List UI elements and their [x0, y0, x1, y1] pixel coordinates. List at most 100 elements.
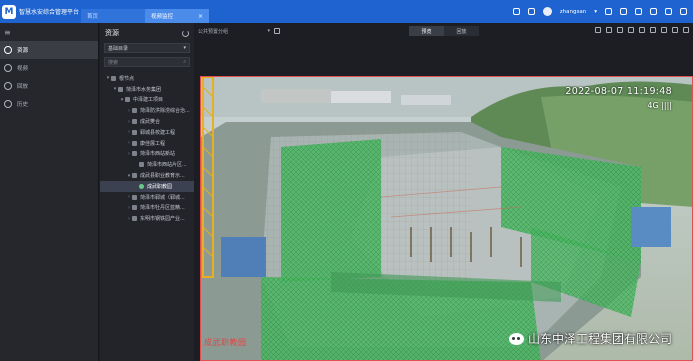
user-name[interactable]: zhangsan	[560, 9, 586, 15]
tree-item[interactable]: ▾ 菏泽市水务集团	[100, 84, 194, 95]
signal-indicator: 4G ||||	[647, 101, 672, 110]
video-surveillance-app: M 智慧水安综合管理平台 首页 视频监控 × zhangsan ▾ ≡ 资源 视…	[0, 0, 693, 361]
view-tools	[595, 27, 689, 33]
maximize-icon[interactable]	[665, 8, 672, 15]
tree-item[interactable]: › 菏泽市西站新站	[100, 149, 194, 160]
user-menu-chevron-icon[interactable]: ▾	[594, 9, 597, 15]
tree-item[interactable]: › 菏泽市牡丹区蓝精...	[100, 203, 194, 214]
layout-icon[interactable]	[639, 27, 645, 33]
chevron-down-icon: ▾	[183, 45, 186, 51]
notification-icon[interactable]	[527, 8, 535, 15]
view-group-value: 公共预置分组	[198, 28, 229, 35]
video-frame-construction-site	[201, 77, 692, 360]
tree-item[interactable]: › 菏泽市郓城（郓城...	[100, 192, 194, 203]
tree-item-label: 菏泽防洪除涝综合治...	[140, 108, 190, 115]
tree-item[interactable]: 菏泽市西站片区...	[100, 159, 194, 170]
watermark-text: 山东中泽工程集团有限公司	[527, 332, 672, 346]
folder-icon	[132, 173, 137, 179]
tree-item-label: 成武职教园	[147, 183, 173, 190]
video-main-area: 公共预置分组 ▾ 预览 回放 2022-08-07 11:19:48 4G ||…	[195, 23, 693, 361]
resource-title: 资源	[105, 29, 119, 37]
tree-item[interactable]: ▾ 根节点	[100, 73, 194, 84]
resource-header: 资源	[100, 23, 194, 43]
directory-select[interactable]: 基础目录 ▾	[104, 43, 190, 53]
tree-item[interactable]: ▾ 中泽建工项目	[100, 95, 194, 106]
wechat-watermark: 山东中泽工程集团有限公司	[508, 330, 672, 347]
split-view-icon[interactable]	[661, 27, 667, 33]
resource-tree: ▾ 根节点 ▾ 菏泽市水务集团 ▾ 中泽建工项目 › 菏泽防洪除涝综合治... › 成武樊合 › 郓城…	[100, 73, 194, 224]
refresh-icon[interactable]	[182, 29, 189, 37]
avatar[interactable]	[542, 7, 552, 16]
tree-item-label: 菏泽市西站片区...	[147, 162, 187, 169]
mode-switch: 预览 回放	[409, 26, 479, 36]
stop-all-icon[interactable]	[595, 27, 601, 33]
left-nav: ≡ 资源 视频 回放 历史	[0, 23, 99, 361]
message-icon[interactable]	[512, 8, 520, 15]
tab-video-monitor-label: 视频监控	[151, 14, 174, 20]
tree-item-label: 康佳展工程	[140, 140, 166, 147]
nav-item-playback[interactable]: 回放	[0, 77, 98, 95]
tree-item-label: 菏泽市西站新站	[140, 151, 176, 158]
tree-item[interactable]: › 东明市钢铁园产业...	[100, 213, 194, 224]
folder-icon	[132, 151, 137, 157]
globe-icon	[111, 75, 116, 81]
favorite-icon[interactable]	[628, 27, 634, 33]
tree-item[interactable]: › 郓城县校建工程	[100, 127, 194, 138]
minimize-icon[interactable]	[650, 8, 657, 15]
apps-grid-icon[interactable]	[605, 8, 612, 15]
settings-icon[interactable]	[635, 8, 642, 15]
tree-item-label: 郓城县校建工程	[140, 129, 176, 136]
tab-video-monitor[interactable]: 视频监控 ×	[145, 9, 209, 23]
tree-item[interactable]: › 成武樊合	[100, 116, 194, 127]
nav-item-label: 视频	[17, 66, 29, 72]
folder-icon	[132, 129, 137, 135]
record-icon[interactable]	[606, 27, 612, 33]
settings-icon[interactable]	[650, 27, 656, 33]
nav-item-label: 资源	[17, 48, 29, 54]
grid-view-icon[interactable]	[672, 27, 678, 33]
tree-item-label: 中泽建工项目	[133, 97, 164, 104]
lock-icon[interactable]	[620, 8, 627, 15]
resource-search-input[interactable]: 搜索 ⌕	[104, 57, 190, 67]
tree-item[interactable]: › 康佳展工程	[100, 138, 194, 149]
nav-item-label: 回放	[17, 84, 29, 90]
video-window[interactable]: 2022-08-07 11:19:48 4G |||| 成武职教园 山东中泽工程…	[200, 76, 693, 361]
search-placeholder: 搜索	[108, 59, 119, 66]
video-timestamp: 2022-08-07 11:19:48	[565, 86, 672, 97]
tree-item-label: 菏泽市牡丹区蓝精...	[140, 205, 185, 212]
folder-icon	[132, 216, 137, 222]
close-window-icon[interactable]	[680, 8, 687, 15]
folder-icon	[125, 97, 130, 103]
tab-close-icon[interactable]: ×	[198, 13, 203, 20]
nav-collapse-icon[interactable]: ≡	[0, 23, 98, 41]
folder-icon	[132, 194, 137, 200]
directory-select-value: 基础目录	[108, 45, 129, 52]
resource-panel: 资源 基础目录 ▾ 搜索 ⌕ ▾ 根节点 ▾ 菏泽市水务集团 ▾ 中泽建工项目 › 菏泽防洪除…	[100, 23, 194, 361]
snapshot-icon[interactable]	[617, 27, 623, 33]
fullscreen-icon[interactable]	[683, 27, 689, 33]
camera-icon	[139, 183, 144, 189]
mode-preview-button[interactable]: 预览	[409, 26, 444, 36]
view-group-select[interactable]: 公共预置分组 ▾	[198, 28, 274, 35]
folder-icon	[132, 108, 137, 114]
tree-item[interactable]: ▾ 成武县职业教育示...	[100, 170, 194, 181]
nav-item-label: 历史	[17, 102, 29, 108]
search-icon[interactable]: ⌕	[183, 59, 186, 65]
video-icon	[4, 64, 12, 72]
tree-item-camera[interactable]: 成武职教园	[100, 180, 194, 192]
folder-icon	[132, 205, 137, 211]
tree-item[interactable]: › 菏泽防洪除涝综合治...	[100, 105, 194, 116]
top-bar: M 智慧水安综合管理平台 首页 视频监控 × zhangsan ▾	[0, 0, 693, 23]
folder-icon	[139, 162, 144, 168]
tree-item-label: 菏泽市郓城（郓城...	[140, 194, 185, 201]
app-logo: M	[2, 4, 16, 19]
nav-item-resource[interactable]: 资源	[0, 41, 98, 59]
save-view-icon[interactable]	[274, 28, 280, 34]
tab-home[interactable]: 首页	[81, 9, 145, 23]
top-right-controls: zhangsan ▾	[512, 7, 693, 16]
mode-playback-button[interactable]: 回放	[444, 26, 479, 36]
chevron-down-icon: ▾	[267, 27, 270, 34]
nav-item-video[interactable]: 视频	[0, 59, 98, 77]
folder-icon	[132, 119, 137, 125]
nav-item-history[interactable]: 历史	[0, 95, 98, 113]
